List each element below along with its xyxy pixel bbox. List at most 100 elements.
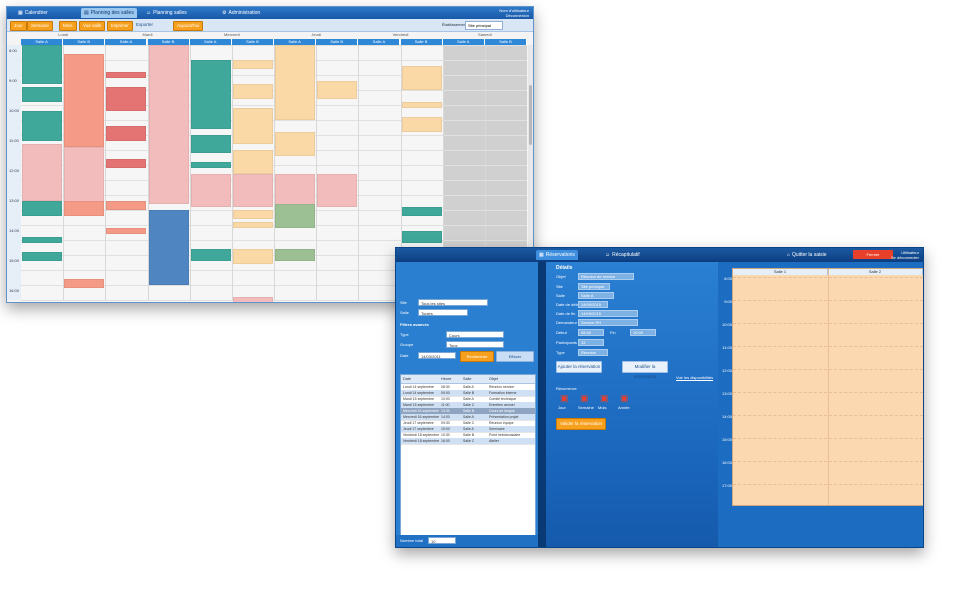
availability-grid[interactable]: Salle 1 Salle 2 — [732, 268, 923, 506]
form-field-input[interactable]: Site principal — [578, 283, 610, 290]
booking-logout-link[interactable]: Se déconnecter — [891, 255, 919, 260]
form-field-input[interactable]: 08:30 — [578, 329, 604, 336]
tab-planning[interactable]: ☺ Planning salles — [143, 8, 190, 18]
reservation-block[interactable] — [64, 54, 105, 147]
reservation-block[interactable] — [190, 135, 231, 153]
reservation-block[interactable] — [232, 249, 273, 264]
recurrence-option-label: Semaine — [578, 405, 594, 410]
reservation-block[interactable] — [232, 222, 273, 228]
reservation-block[interactable] — [275, 132, 316, 156]
site-select[interactable]: Tous les sites — [418, 299, 488, 306]
form-field-input[interactable]: 12 — [578, 339, 604, 346]
date-input[interactable]: 14/03/2011 — [418, 352, 456, 359]
time-label: 16:00 — [9, 288, 20, 293]
reservation-block[interactable] — [22, 87, 63, 102]
tab-calendar[interactable]: ▦ Calendrier — [15, 8, 51, 18]
reservation-block[interactable] — [64, 147, 105, 204]
validate-reservation-button[interactable]: Valider la réservation — [556, 418, 606, 430]
reservation-block[interactable] — [401, 102, 442, 108]
month-view-button[interactable]: Mois — [59, 21, 77, 31]
search-button[interactable]: Rechercher — [460, 351, 494, 362]
close-button[interactable]: Fermer — [853, 250, 893, 259]
reservation-block[interactable] — [190, 249, 231, 261]
form-field-input[interactable]: Réunion — [578, 349, 608, 356]
availability-link[interactable]: Voir les disponibilités — [676, 375, 713, 380]
tab-administration[interactable]: ⚙ Administration — [219, 8, 263, 18]
day-header: Mercredi — [224, 32, 240, 37]
reservation-block[interactable] — [232, 84, 273, 99]
recurrence-calendar-icon[interactable]: ▣ — [560, 393, 569, 403]
reservation-block[interactable] — [232, 108, 273, 144]
reservation-block[interactable] — [401, 66, 442, 90]
type-select[interactable]: Cours — [446, 331, 504, 338]
reservations-list[interactable]: Date Heure Salle Objet Lundi 14 septembr… — [400, 374, 536, 546]
list-item[interactable]: Vendredi 18 septembre 16:00 Salle C Atelier — [401, 438, 535, 445]
modify-reservation-button[interactable]: Modifier la réservation — [622, 361, 668, 379]
form-field-input[interactable]: Salle A — [578, 292, 614, 299]
form-field-input[interactable]: 14/09/2015 — [578, 301, 608, 308]
reservation-block[interactable] — [275, 45, 316, 120]
reservation-block[interactable] — [275, 174, 316, 207]
tab-summary[interactable]: ☺ Récapitulatif — [602, 250, 643, 260]
reset-button[interactable]: Effacer — [496, 351, 534, 362]
reservation-block[interactable] — [275, 204, 316, 228]
today-button[interactable]: Aujourd'hui — [173, 21, 204, 31]
day-view-button[interactable]: Jour — [10, 21, 27, 31]
reservation-block[interactable] — [190, 174, 231, 207]
reservation-block[interactable] — [106, 201, 147, 210]
reservation-block[interactable] — [148, 45, 189, 204]
reservation-block[interactable] — [64, 201, 105, 216]
reservation-block[interactable] — [401, 117, 442, 132]
reservation-block[interactable] — [106, 159, 147, 168]
form-field-input[interactable]: Service RH — [578, 319, 638, 326]
form-field-input[interactable]: Réunion de service — [578, 273, 634, 280]
reservation-block[interactable] — [22, 45, 63, 84]
print-button[interactable]: Imprimer — [107, 21, 133, 31]
availability-time-label: 11:00 — [722, 345, 732, 350]
reservation-block[interactable] — [232, 210, 273, 219]
reservation-block[interactable] — [401, 231, 442, 243]
week-view-button[interactable]: Semaine — [27, 21, 53, 31]
reservation-block[interactable] — [22, 237, 63, 243]
tab-quit-entry[interactable]: ⌂ Quitter la saisie — [784, 250, 830, 260]
reservation-block[interactable] — [106, 126, 147, 141]
reservation-block[interactable] — [22, 144, 63, 201]
recurrence-calendar-icon[interactable]: ▣ — [580, 393, 589, 403]
tab-room-planning[interactable]: ▤ Planning des salles — [81, 8, 137, 18]
reservation-block[interactable] — [190, 162, 231, 168]
time-label: 9:00 — [9, 78, 17, 83]
reservation-block[interactable] — [232, 60, 273, 69]
scroll-thumb[interactable] — [529, 85, 532, 145]
room-select[interactable]: Toutes — [418, 309, 468, 316]
reservation-block[interactable] — [106, 87, 147, 111]
availability-time-label: 8:00 — [724, 276, 732, 281]
reservation-block[interactable] — [106, 72, 147, 78]
group-select[interactable]: Tous — [446, 341, 504, 348]
room-label: Salle — [400, 310, 409, 315]
reservation-block[interactable] — [190, 60, 231, 129]
recurrence-option-label: Jour — [558, 405, 566, 410]
reservation-block[interactable] — [64, 279, 105, 288]
reservation-block[interactable] — [106, 228, 147, 234]
room-view-button[interactable]: Vue salle — [79, 21, 106, 31]
reservation-block[interactable] — [401, 207, 442, 216]
recurrence-calendar-icon[interactable]: ▣ — [600, 393, 609, 403]
reservation-block[interactable] — [232, 150, 273, 174]
reservation-block[interactable] — [275, 249, 316, 261]
reservation-block[interactable] — [232, 297, 273, 302]
reservation-block[interactable] — [22, 111, 63, 141]
reservation-block[interactable] — [317, 174, 358, 207]
reservation-block[interactable] — [317, 81, 358, 99]
tab-reservations[interactable]: ▦ Réservations — [536, 250, 578, 260]
reservation-block[interactable] — [232, 174, 273, 207]
form-field-input[interactable]: 10:00 — [630, 329, 656, 336]
form-field-input[interactable]: 14/09/2015 — [578, 310, 638, 317]
export-button[interactable]: Exporter — [133, 21, 156, 29]
reservation-block[interactable] — [22, 201, 63, 216]
logout-link[interactable]: Déconnexion — [499, 13, 529, 18]
recurrence-calendar-icon[interactable]: ▣ — [620, 393, 629, 403]
add-reservation-button[interactable]: Ajouter la réservation — [556, 361, 602, 373]
reservation-block[interactable] — [22, 252, 63, 261]
reservation-block[interactable] — [148, 210, 189, 285]
establishment-select[interactable]: Site principal — [465, 21, 503, 30]
